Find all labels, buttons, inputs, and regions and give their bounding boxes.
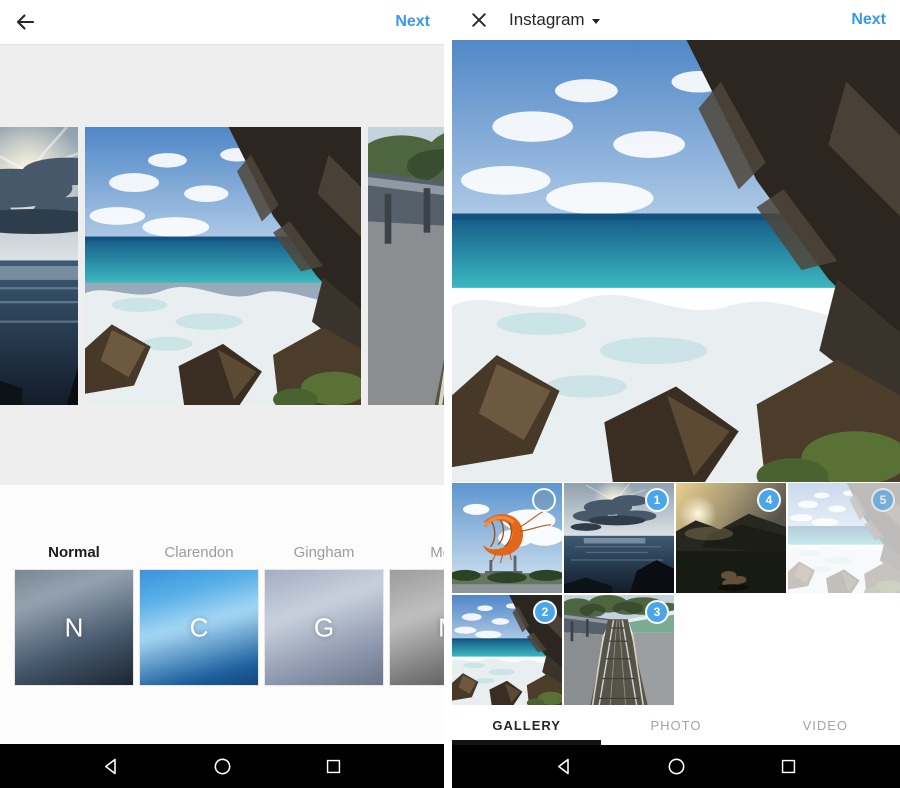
filter-screen-topbar: Next <box>0 0 444 45</box>
nav-home-icon <box>666 756 687 777</box>
selection-badge: 4 <box>757 488 781 512</box>
gallery-screen: Instagram Next 1 4 5 2 <box>452 0 900 788</box>
filter-preview: N <box>15 570 133 685</box>
rocky-coast-photo <box>85 127 361 405</box>
filter-name: Normal <box>15 543 133 563</box>
back-button[interactable] <box>12 9 38 35</box>
album-title: Instagram <box>509 10 585 30</box>
filter-letter: C <box>140 612 258 643</box>
carousel-photo-current[interactable] <box>85 127 361 405</box>
nav-back-icon <box>554 756 575 777</box>
filter-name: Clarendon <box>140 543 258 563</box>
tab-video[interactable]: VIDEO <box>751 706 900 745</box>
nav-home-icon <box>212 756 233 777</box>
filter-screen: Next Normal N Clarendon <box>0 0 444 788</box>
nav-home-button[interactable] <box>663 754 689 780</box>
tab-photo[interactable]: PHOTO <box>601 706 750 745</box>
filter-strip: Normal N Clarendon C Gingham G <box>0 485 444 744</box>
filter-normal[interactable]: Normal N <box>15 543 133 685</box>
nav-recents-icon <box>324 757 343 776</box>
gallery-thumb-train-station[interactable]: 3 <box>564 595 674 705</box>
carousel-photo-previous[interactable] <box>0 127 78 405</box>
gallery-thumb-sunset-water[interactable]: 1 <box>564 483 674 593</box>
filter-name: Moon <box>390 543 444 563</box>
android-navbar <box>452 745 900 788</box>
nav-recents-button[interactable] <box>320 753 346 779</box>
filter-name: Gingham <box>265 543 383 563</box>
rocky-coast-photo <box>452 40 900 482</box>
filter-preview: M <box>390 570 444 685</box>
next-button[interactable]: Next <box>395 0 430 44</box>
filter-letter: G <box>265 612 383 643</box>
selection-badge: 1 <box>645 488 669 512</box>
back-arrow-icon <box>13 10 37 34</box>
instagram-screenshots-composite: Next Normal N Clarendon <box>0 0 900 788</box>
gallery-thumb-sunset-hills[interactable]: 4 <box>676 483 786 593</box>
nav-home-button[interactable] <box>209 753 235 779</box>
filter-clarendon[interactable]: Clarendon C <box>140 543 258 685</box>
gallery-screen-topbar: Instagram Next <box>452 0 900 40</box>
train-station-photo <box>368 127 444 405</box>
gallery-thumb-big-prawn[interactable] <box>452 483 562 593</box>
filter-preview: G <box>265 570 383 685</box>
photo-preview[interactable] <box>452 40 900 482</box>
gallery-thumb-rocky-coast[interactable]: 2 <box>452 595 562 705</box>
nav-back-button[interactable] <box>98 753 124 779</box>
android-navbar <box>0 744 444 788</box>
nav-back-icon <box>101 756 122 777</box>
nav-recents-icon <box>779 757 798 776</box>
filter-preview: C <box>140 570 258 685</box>
selection-circle-empty <box>532 488 556 512</box>
source-tabs: GALLERY PHOTO VIDEO <box>452 706 900 745</box>
close-icon <box>469 10 489 30</box>
filter-gingham[interactable]: Gingham G <box>265 543 383 685</box>
album-dropdown[interactable]: Instagram <box>509 0 600 40</box>
nav-back-button[interactable] <box>551 754 577 780</box>
chevron-down-icon <box>592 19 600 24</box>
filter-letter: M <box>390 612 444 643</box>
gallery-thumb-rocky-coast-faded[interactable]: 5 <box>788 483 900 593</box>
filter-letter: N <box>15 612 133 643</box>
next-button[interactable]: Next <box>851 0 886 40</box>
carousel-editor <box>0 44 444 485</box>
nav-recents-button[interactable] <box>775 754 801 780</box>
selection-badge: 5 <box>871 488 895 512</box>
sunset-over-water-photo <box>0 127 78 405</box>
carousel-photo-next[interactable] <box>368 127 444 405</box>
selection-badge: 2 <box>533 600 557 624</box>
selection-badge: 3 <box>645 600 669 624</box>
filter-moon[interactable]: Moon M <box>390 543 444 685</box>
close-button[interactable] <box>468 9 490 31</box>
